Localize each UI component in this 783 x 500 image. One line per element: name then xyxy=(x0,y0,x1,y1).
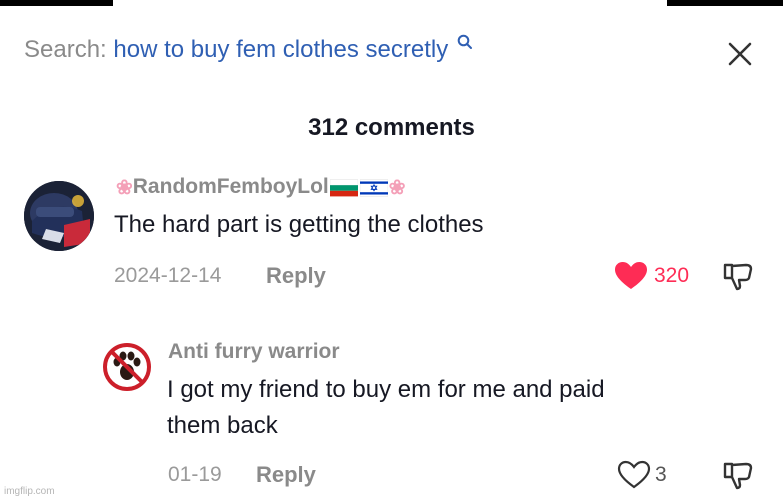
comment-username[interactable]: Anti furry warrior xyxy=(168,340,340,364)
avatar[interactable] xyxy=(24,181,94,251)
comment-text: The hard part is getting the clothes xyxy=(114,211,484,238)
comments-sheet xyxy=(0,6,783,500)
comment-text-line-2: them back xyxy=(167,412,278,439)
avatar-image xyxy=(24,181,94,251)
comment-date: 2024-12-14 xyxy=(114,264,222,287)
cherry-blossom-icon: ❀ xyxy=(116,177,133,199)
watermark: imgflip.com xyxy=(4,486,55,497)
cherry-blossom-icon: ❀ xyxy=(388,177,406,199)
comment-date: 01-19 xyxy=(168,463,222,486)
comment-text-line-1: I got my friend to buy em for me and pai… xyxy=(167,376,605,403)
no-furry-avatar-image xyxy=(103,343,151,391)
heart-outline-icon[interactable] xyxy=(617,460,651,490)
dislike-icon[interactable] xyxy=(722,459,754,491)
reply-button[interactable]: Reply xyxy=(256,462,316,488)
avatar[interactable] xyxy=(102,342,152,392)
search-label: Search: xyxy=(24,36,107,63)
israel-flag-icon xyxy=(359,178,388,197)
bulgaria-flag-icon xyxy=(329,178,358,196)
comment-username[interactable]: ❀RandomFemboyLol ❀ xyxy=(116,175,406,200)
search-suggestion[interactable]: Search: how to buy fem clothes secretly xyxy=(24,34,473,64)
heart-filled-icon[interactable] xyxy=(614,261,648,291)
reply-button[interactable]: Reply xyxy=(266,263,326,289)
comments-count: 312 comments xyxy=(308,114,475,141)
like-count: 320 xyxy=(654,264,690,287)
like-count: 3 xyxy=(655,463,667,486)
search-icon xyxy=(457,34,472,49)
dislike-icon[interactable] xyxy=(722,260,754,292)
close-icon[interactable] xyxy=(726,40,754,68)
search-query-link[interactable]: how to buy fem clothes secretly xyxy=(113,36,448,63)
